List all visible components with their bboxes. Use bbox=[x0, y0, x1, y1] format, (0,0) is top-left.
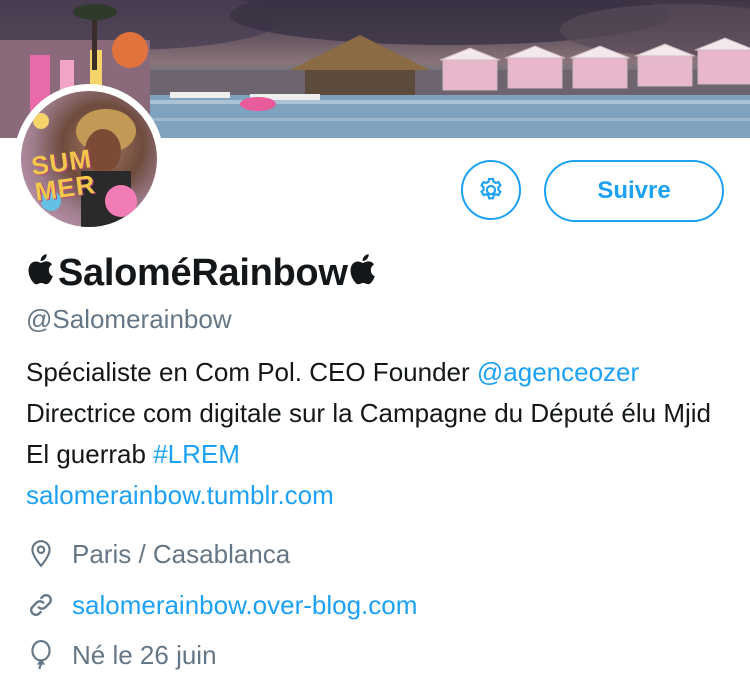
avatar-caption: SUM MER bbox=[29, 143, 98, 207]
bio-hashtag-link[interactable]: #LREM bbox=[153, 439, 240, 469]
display-name-text: SaloméRainbow bbox=[58, 252, 348, 294]
profile-bio: Spécialiste en Com Pol. CEO Founder @age… bbox=[26, 352, 726, 516]
location-text: Paris / Casablanca bbox=[72, 539, 291, 569]
gear-icon bbox=[480, 177, 502, 200]
avatar-image: SUM MER bbox=[21, 91, 157, 227]
apple-icon bbox=[28, 254, 53, 285]
location-row: Paris / Casablanca bbox=[26, 538, 290, 570]
bio-text: Directrice com digitale sur la Campagne … bbox=[26, 398, 711, 469]
birthday-row: Né le 26 juin bbox=[26, 639, 217, 671]
bio-url-link[interactable]: salomerainbow.tumblr.com bbox=[26, 480, 334, 510]
birthday-text: Né le 26 juin bbox=[72, 640, 217, 670]
link-icon bbox=[26, 590, 56, 620]
bio-text: Spécialiste en Com Pol. CEO Founder bbox=[26, 357, 477, 387]
website-row[interactable]: salomerainbow.over-blog.com bbox=[26, 589, 417, 621]
bio-mention-link[interactable]: @agenceozer bbox=[477, 357, 639, 387]
location-pin-icon bbox=[26, 539, 56, 569]
avatar[interactable]: SUM MER bbox=[14, 84, 164, 234]
balloon-icon bbox=[26, 640, 56, 670]
apple-icon bbox=[350, 254, 375, 285]
settings-button[interactable] bbox=[461, 160, 521, 220]
display-name: SaloméRainbow bbox=[26, 250, 380, 296]
user-handle: @Salomerainbow bbox=[26, 304, 232, 334]
website-link[interactable]: salomerainbow.over-blog.com bbox=[72, 589, 417, 621]
follow-button[interactable]: Suivre bbox=[544, 160, 724, 222]
